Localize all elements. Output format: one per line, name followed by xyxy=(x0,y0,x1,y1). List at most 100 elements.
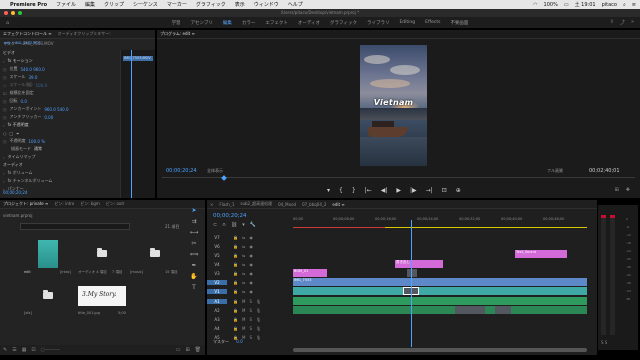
step-back-icon[interactable]: ◀| xyxy=(381,187,388,194)
lock-icon[interactable]: 🔒 xyxy=(233,244,238,249)
folder-icon[interactable] xyxy=(43,290,53,299)
timeline-clip-text-sound[interactable]: Text_Sound xyxy=(515,250,567,258)
close-window-button[interactable] xyxy=(4,11,8,15)
pen-tool-icon[interactable]: ✒ xyxy=(191,262,196,269)
app-menu[interactable]: Premiere Pro xyxy=(10,2,47,8)
expand-icon[interactable]: › xyxy=(3,179,5,184)
expand-icon[interactable]: › xyxy=(3,155,5,160)
wrench-icon[interactable]: 🔧 xyxy=(250,222,256,228)
lock-icon[interactable]: 🔒 xyxy=(233,262,238,267)
selection-tool-icon[interactable]: ➤ xyxy=(191,207,196,214)
play-icon[interactable]: ▶ xyxy=(396,187,401,194)
more-icon[interactable]: » xyxy=(631,19,634,26)
mute-button[interactable]: M xyxy=(242,299,245,304)
expand-icon[interactable]: › xyxy=(3,59,5,64)
menu-marker[interactable]: マーカー xyxy=(167,1,187,8)
menu-sequence[interactable]: シーケンス xyxy=(133,1,158,8)
menu-help[interactable]: ヘルプ xyxy=(288,1,303,8)
opacity-value[interactable]: 100.0 % xyxy=(29,139,46,144)
workspace-color[interactable]: カラー xyxy=(242,20,256,26)
tab-seq-sub2[interactable]: sub2_超高速処理 xyxy=(240,201,272,207)
workspace-effects-en[interactable]: Effects xyxy=(425,20,440,25)
track-select-tool-icon[interactable]: ⇉ xyxy=(191,218,196,225)
track-v3[interactable]: V3 🔒 ⇋ ◉ xyxy=(207,269,597,278)
eye-icon[interactable]: ◉ xyxy=(249,262,253,267)
eye-icon[interactable]: ◉ xyxy=(249,271,253,276)
ec-playhead[interactable] xyxy=(131,50,132,198)
eye-icon[interactable]: ◉ xyxy=(249,280,253,285)
sync-lock-icon[interactable]: ⇋ xyxy=(242,244,245,249)
new-bin-icon[interactable]: ▭ xyxy=(176,347,181,353)
solo-button[interactable]: S xyxy=(249,308,252,313)
timeline-timecode[interactable]: 00;00;20;24 xyxy=(213,213,247,219)
rect-mask-icon[interactable]: □ xyxy=(10,131,14,136)
lock-icon[interactable]: 🔒 xyxy=(233,235,238,240)
lock-icon[interactable]: 🔒 xyxy=(233,289,238,294)
project-search-input[interactable] xyxy=(20,223,130,230)
workspace-learning[interactable]: 学習 xyxy=(172,20,181,26)
tab-project[interactable]: プロジェクト: private ≡ xyxy=(3,201,48,207)
tab-bin-outro[interactable]: ピン: outr xyxy=(106,201,125,207)
timeline-clip-a2[interactable] xyxy=(293,306,587,314)
tab-program[interactable]: プログラム: edit ≡ xyxy=(160,31,195,37)
stopwatch-icon[interactable]: ◷ xyxy=(3,107,7,112)
zoom-slider[interactable]: ○——— xyxy=(41,347,60,353)
mic-icon[interactable]: 🎙 xyxy=(256,308,261,313)
sync-lock-icon[interactable]: ⇋ xyxy=(242,235,245,240)
mark-out-icon[interactable]: } xyxy=(352,187,356,194)
lock-icon[interactable]: 🔒 xyxy=(233,271,238,276)
stopwatch-icon[interactable]: ◷ xyxy=(3,67,7,72)
eye-icon[interactable]: ◉ xyxy=(249,289,253,294)
menu-edit[interactable]: 編集 xyxy=(85,1,95,8)
hand-tool-icon[interactable]: ✋ xyxy=(190,273,197,280)
lock-icon[interactable]: 🔒 xyxy=(233,308,238,313)
go-to-in-icon[interactable]: |← xyxy=(365,187,372,194)
master-volume[interactable]: 0.0 xyxy=(236,339,242,344)
sync-lock-icon[interactable]: ⇋ xyxy=(242,289,245,294)
position-value[interactable]: 540.0 960.0 xyxy=(21,67,45,72)
lock-icon[interactable]: 🔒 xyxy=(233,317,238,322)
tab-seq-mood[interactable]: 04_Mood xyxy=(278,202,296,207)
export-frame-icon[interactable]: ⊡ xyxy=(442,187,447,194)
expand-icon[interactable]: › xyxy=(3,123,5,128)
razor-tool-icon[interactable]: ✂ xyxy=(191,240,196,247)
trash-icon[interactable]: 🗑 xyxy=(195,347,201,353)
icon-view-icon[interactable]: ▦ xyxy=(22,347,27,353)
mic-icon[interactable]: 🎙 xyxy=(256,317,261,322)
program-timecode[interactable]: 00;00;20;24 xyxy=(166,168,197,174)
menu-file[interactable]: ファイル xyxy=(56,1,76,8)
workspace-libraries[interactable]: ライブラリ xyxy=(367,20,390,26)
timeline-clip-title-export[interactable]: 書き出し xyxy=(395,260,443,268)
program-scrub-bar[interactable] xyxy=(162,175,635,181)
timeline-ruler[interactable]: 00;00 00;00;08;00 00;00;16;00 00;00;24;0… xyxy=(293,216,587,232)
new-item-icon[interactable]: ⊞ xyxy=(185,347,189,353)
folder-icon[interactable] xyxy=(150,248,160,257)
minimize-window-button[interactable] xyxy=(11,11,15,15)
solo-button[interactable]: S xyxy=(249,335,252,340)
tab-audio-clip-mixer[interactable]: オーディオクリップミキサー: xyxy=(58,31,111,37)
program-playhead[interactable] xyxy=(221,175,227,181)
track-a4[interactable]: A4 🔒 M S 🎙 xyxy=(207,324,597,333)
folder-icon[interactable] xyxy=(97,248,107,257)
comparison-view-icon[interactable]: ⊕ xyxy=(456,187,461,194)
timeline-playhead[interactable] xyxy=(411,220,412,347)
timeline-clip-a2-sfx[interactable] xyxy=(495,306,511,314)
wifi-icon[interactable]: ◠ xyxy=(533,2,537,8)
solo-button[interactable]: S xyxy=(249,326,252,331)
slip-tool-icon[interactable]: ⟺ xyxy=(190,251,199,258)
video-preview[interactable]: Vietnam xyxy=(360,45,427,166)
list-view-icon[interactable]: ☰ xyxy=(12,347,16,353)
mute-button[interactable]: M xyxy=(242,317,245,322)
zoom-window-button[interactable] xyxy=(18,11,22,15)
anti-flicker-value[interactable]: 0.00 xyxy=(44,115,53,120)
mic-icon[interactable]: 🎙 xyxy=(256,326,261,331)
lock-icon[interactable]: 🔒 xyxy=(233,280,238,285)
menu-graphics[interactable]: グラフィック xyxy=(196,1,226,8)
pen-mask-icon[interactable]: ✒ xyxy=(16,131,19,136)
step-forward-icon[interactable]: |▶ xyxy=(410,187,417,194)
sequence-clip-label[interactable]: edit * IMG_7553.MOV xyxy=(3,41,41,49)
ripple-edit-tool-icon[interactable]: ⟷ xyxy=(190,229,199,236)
tab-seq-flash[interactable]: Flash_1 xyxy=(219,202,234,207)
stopwatch-icon[interactable]: ◷ xyxy=(3,115,7,120)
mute-button[interactable]: M xyxy=(242,308,245,313)
